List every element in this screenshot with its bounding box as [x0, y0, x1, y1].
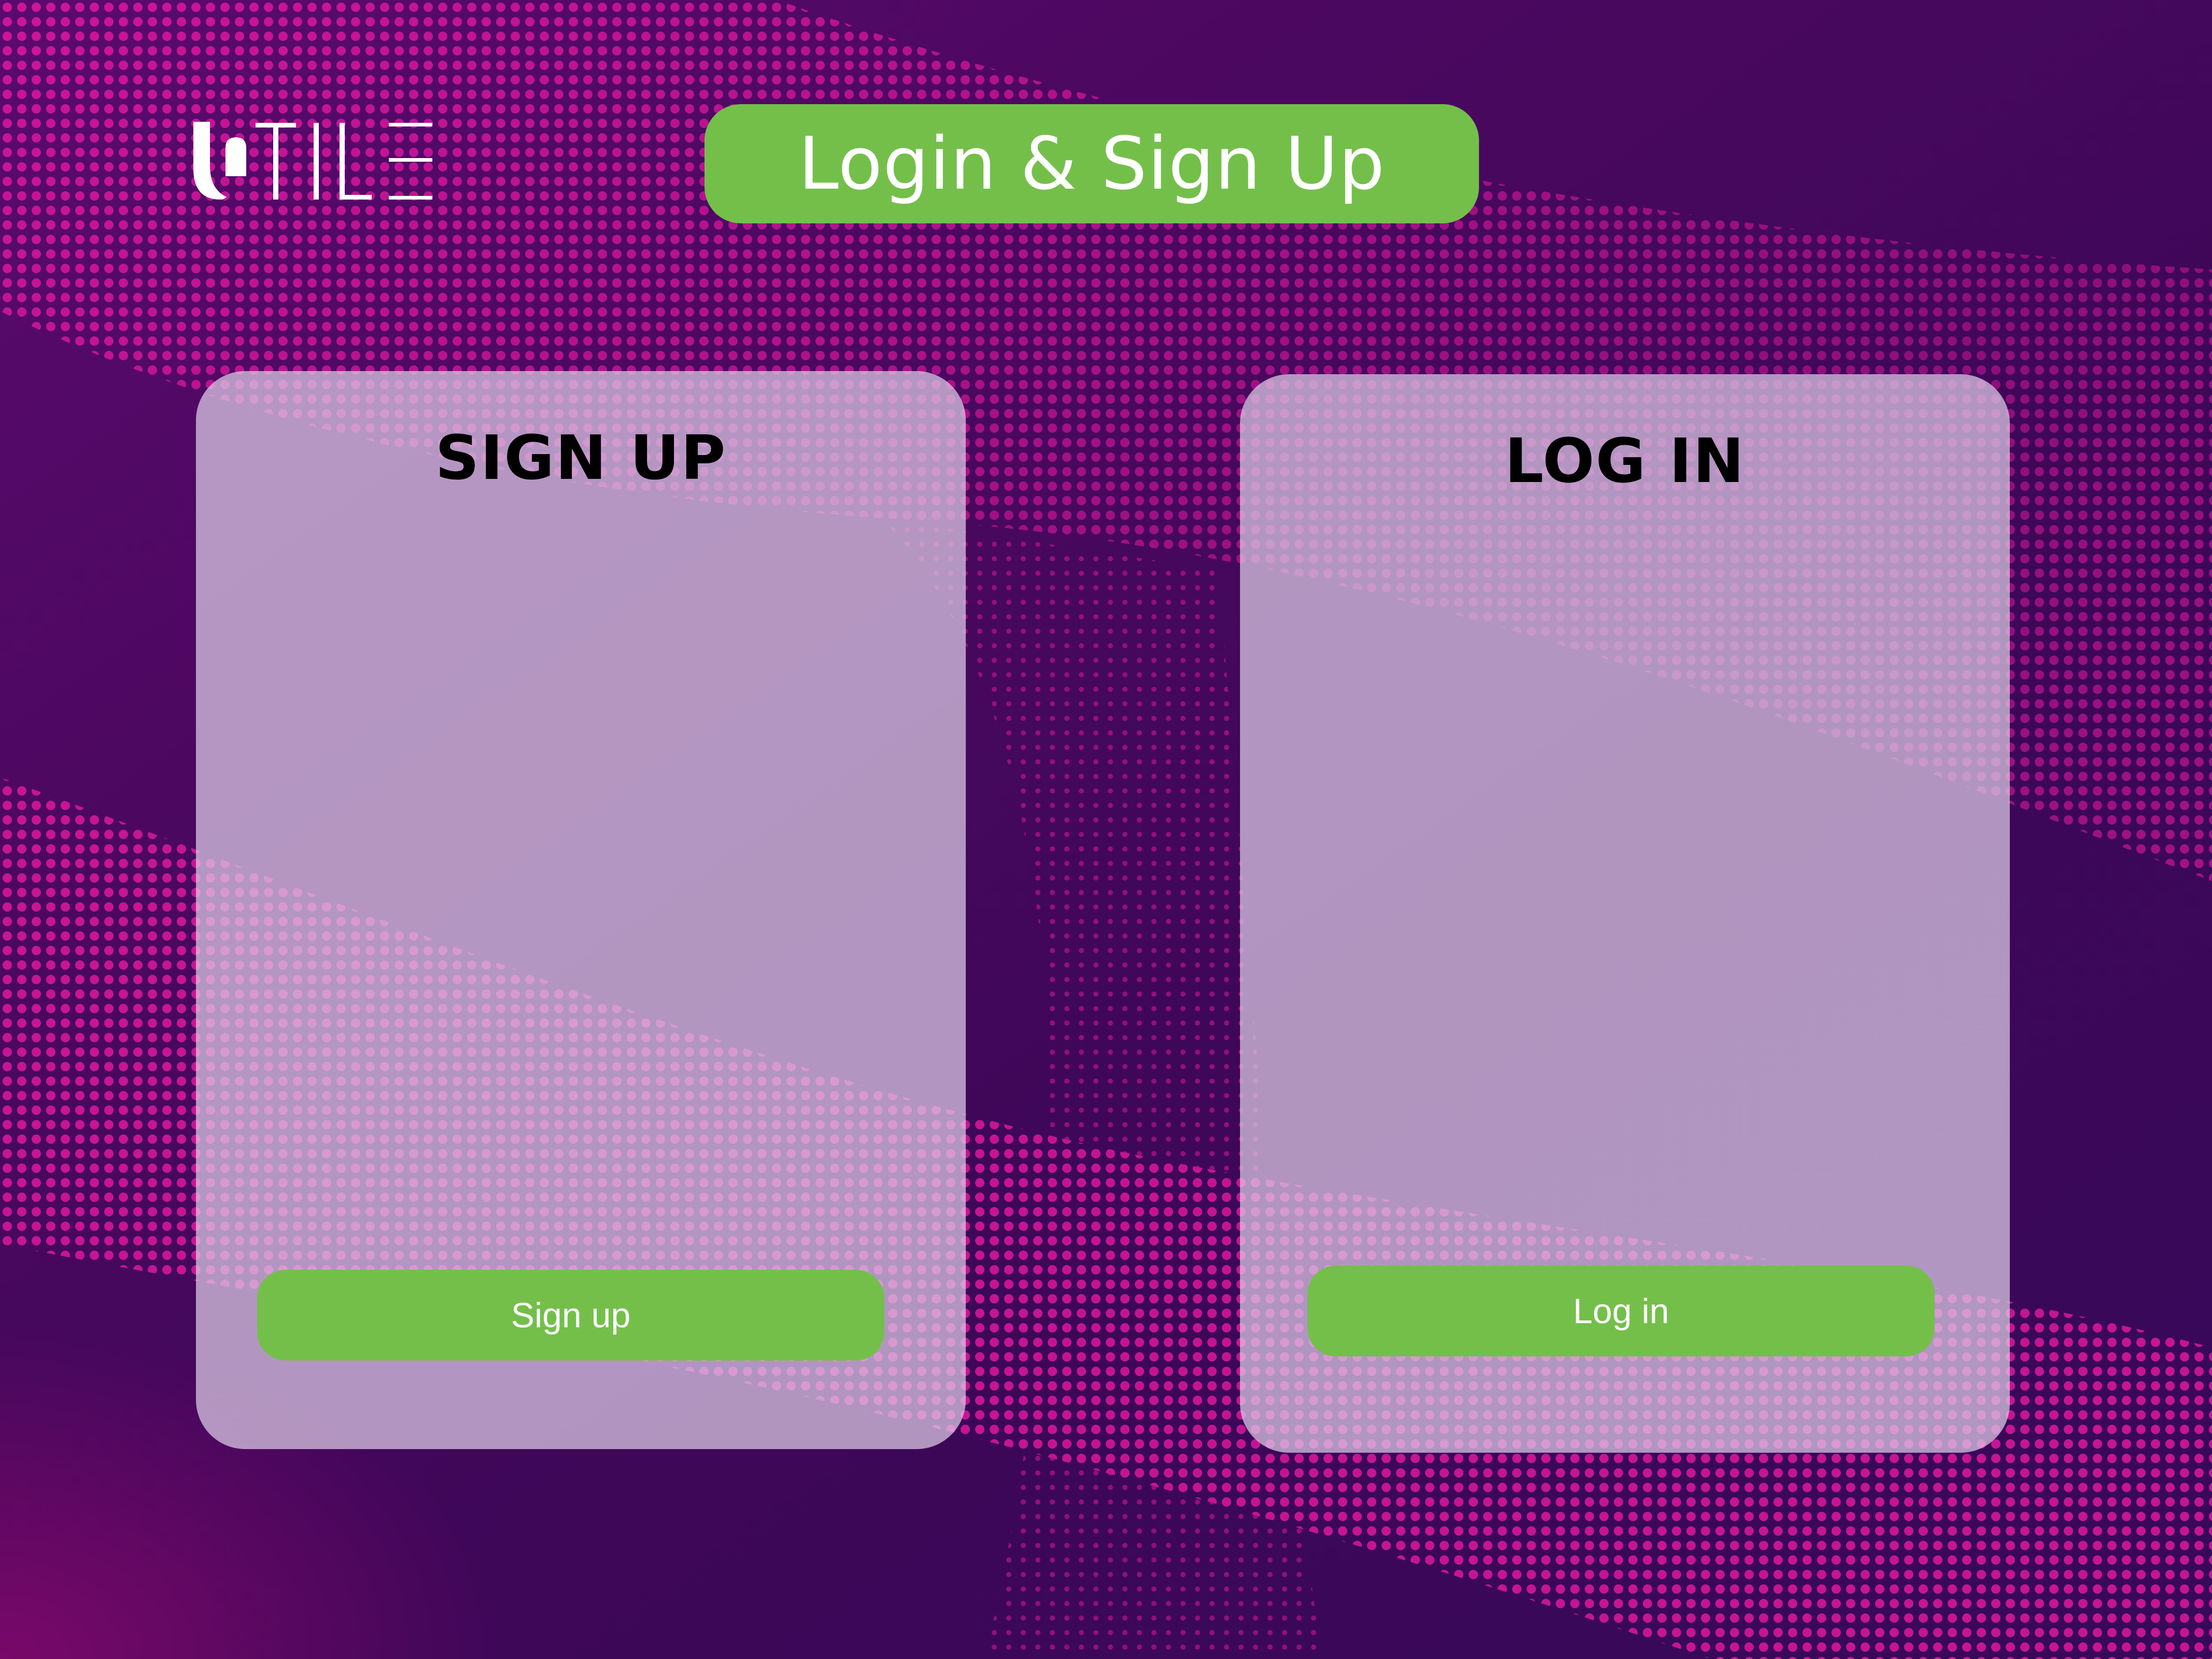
page-title-banner: Login & Sign Up: [705, 104, 1479, 223]
login-button[interactable]: Log in: [1307, 1266, 1935, 1356]
login-title: LOG IN: [1504, 425, 1745, 497]
page-title: Login & Sign Up: [798, 121, 1386, 206]
signup-card: SIGN UP Sign up: [196, 371, 966, 1449]
signup-button[interactable]: Sign up: [257, 1270, 884, 1360]
signup-title: SIGN UP: [435, 422, 727, 493]
utile-logo-icon: [193, 122, 432, 200]
login-card: LOG IN Log in: [1240, 374, 2010, 1453]
utile-logo: [189, 117, 448, 205]
